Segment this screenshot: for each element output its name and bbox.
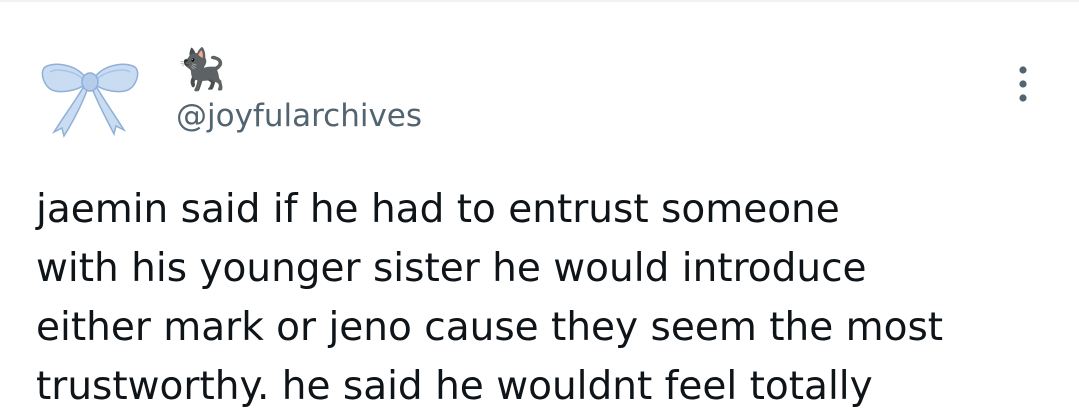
display-name[interactable]: 🐈‍⬛ xyxy=(176,44,226,96)
user-handle[interactable]: @joyfularchives xyxy=(176,96,422,136)
blue-ribbon-bow-icon xyxy=(41,63,139,138)
avatar[interactable] xyxy=(38,48,142,144)
more-vertical-icon xyxy=(1019,66,1027,102)
tweet-text: jaemin said if he had to entrust someone… xyxy=(36,187,944,409)
top-divider xyxy=(0,0,1079,2)
more-options-button[interactable] xyxy=(1006,58,1040,110)
